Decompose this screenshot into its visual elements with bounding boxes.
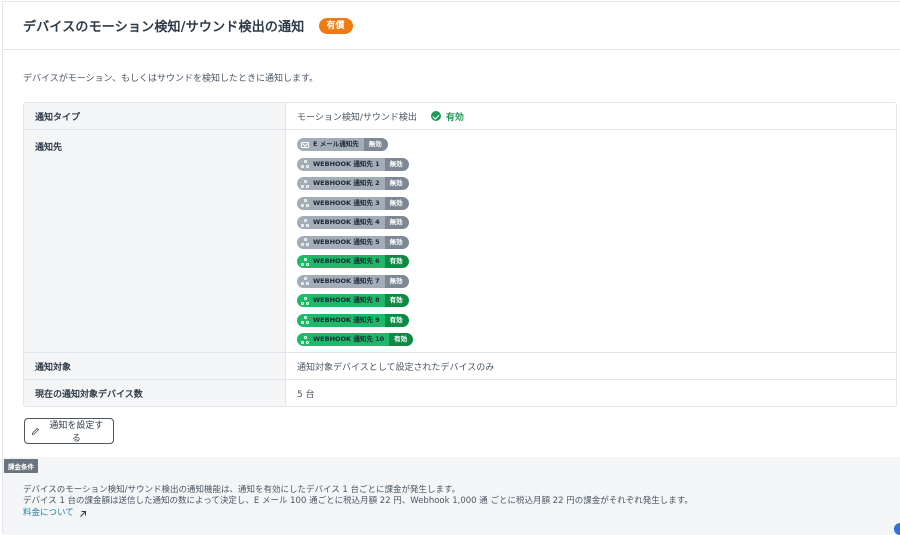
destination-pill: WEBHOOK 通知先 8 有効 (297, 294, 409, 307)
table-row-target: 通知対象 通知対象デバイスとして設定されたデバイスのみ (24, 353, 896, 380)
webhook-icon (301, 335, 309, 344)
status-enabled: 有効 (430, 110, 464, 123)
destination-label: WEBHOOK 通知先 1 (313, 159, 380, 168)
destination-label: WEBHOOK 通知先 5 (313, 237, 380, 246)
destination-label: E メール通知先 (313, 140, 359, 148)
row-label: 現在の通知対象デバイス数 (24, 380, 286, 406)
destination-pill: E メール通知先 無効 (297, 138, 388, 151)
destination-name: WEBHOOK 通知先 10 (297, 333, 390, 346)
destination-label: WEBHOOK 通知先 3 (313, 198, 380, 207)
destination-list: E メール通知先 無効 WEBHOOK 通知先 1 無効 WEBHOOK 通知先 2 無効… (297, 130, 885, 346)
row-value: モーション検知/サウンド検出 有効 (286, 103, 896, 129)
destination-name: WEBHOOK 通知先 9 (297, 313, 385, 327)
billing-text: デバイスのモーション検知/サウンド検出の通知機能は、通知を有効にしたデバイス 1… (23, 485, 693, 519)
webhook-icon (301, 238, 309, 246)
destination-pill: WEBHOOK 通知先 7 無効 (297, 274, 409, 288)
destination-name: WEBHOOK 通知先 6 (297, 255, 385, 268)
notification-type-value: モーション検知/サウンド検出 (297, 112, 417, 123)
webhook-icon (301, 218, 309, 227)
table-row-notification-type: 通知タイプ モーション検知/サウンド検出 有効 (24, 103, 896, 130)
card-header: デバイスのモーション検知/サウンド検出の通知 有償 (3, 2, 900, 50)
billing-line-1: デバイスのモーション検知/サウンド検出の通知機能は、通知を有効にしたデバイス 1… (23, 485, 461, 495)
destination-name: WEBHOOK 通知先 1 (297, 157, 385, 171)
destination-pill: WEBHOOK 通知先 6 有効 (297, 255, 409, 268)
table-row-device-count: 現在の通知対象デバイス数 5 台 (24, 380, 896, 406)
edit-notification-button[interactable]: 通知を設定する (24, 418, 114, 444)
destination-state: 有効 (384, 255, 409, 268)
pricing-link[interactable]: 料金について (23, 508, 87, 519)
destination-name: WEBHOOK 通知先 5 (297, 235, 385, 249)
destination-label: WEBHOOK 通知先 7 (313, 276, 380, 285)
table-row-destinations: 通知先 E メール通知先 無効 WEBHOOK 通知先 1 無効 WEBHOOK 通知先… (24, 130, 896, 353)
settings-table: 通知タイプ モーション検知/サウンド検出 有効 通知先 E メール通知先 無効 WE… (23, 102, 897, 407)
destination-label: WEBHOOK 通知先 8 (313, 296, 380, 304)
destination-state: 無効 (384, 216, 409, 229)
destination-state: 無効 (384, 177, 409, 190)
destination-label: WEBHOOK 通知先 6 (313, 257, 380, 265)
destination-state: 無効 (384, 235, 409, 249)
row-value: 5 台 (297, 389, 315, 400)
paid-badge: 有償 (318, 17, 353, 34)
status-text: 有効 (445, 112, 464, 123)
destination-pill: WEBHOOK 通知先 4 無効 (297, 216, 409, 229)
destination-state: 無効 (384, 196, 409, 210)
webhook-icon (301, 257, 309, 266)
pencil-icon (31, 427, 40, 435)
billing-line-2: デバイス 1 台の課金額は送信した通知の数によって決定し、E メール 100 通… (23, 496, 693, 506)
destination-name: WEBHOOK 通知先 8 (297, 294, 385, 307)
feature-description: デバイスがモーション、もしくはサウンドを検知したときに通知します。 (23, 74, 319, 84)
edit-button-label: 通知を設定する (49, 420, 104, 443)
row-label: 通知先 (24, 130, 286, 352)
destination-label: WEBHOOK 通知先 9 (313, 315, 380, 324)
destination-pill: WEBHOOK 通知先 9 有効 (297, 313, 409, 327)
billing-conditions: 課金条件 デバイスのモーション検知/サウンド検出の通知機能は、通知を有効にしたデ… (3, 457, 900, 535)
destination-state: 有効 (389, 333, 414, 346)
row-label: 通知タイプ (24, 103, 286, 129)
pricing-link-label: 料金について (23, 508, 74, 518)
webhook-icon (301, 316, 309, 324)
webhook-icon (301, 199, 309, 207)
destination-label: WEBHOOK 通知先 10 (313, 335, 385, 343)
destination-state: 無効 (384, 157, 409, 171)
destination-pill: WEBHOOK 通知先 3 無効 (297, 196, 409, 210)
destination-pill: WEBHOOK 通知先 5 無効 (297, 235, 409, 249)
destination-label: WEBHOOK 通知先 4 (313, 218, 380, 226)
destination-label: WEBHOOK 通知先 2 (313, 179, 380, 187)
row-value: 通知対象デバイスとして設定されたデバイスのみ (297, 362, 495, 373)
check-circle-icon (430, 111, 441, 121)
destination-state: 無効 (363, 138, 388, 151)
mail-icon (301, 141, 309, 148)
external-arrow-icon (79, 510, 86, 517)
destination-pill: WEBHOOK 通知先 1 無効 (297, 157, 409, 171)
destination-name: WEBHOOK 通知先 7 (297, 274, 385, 288)
notification-settings-card: デバイスのモーション検知/サウンド検出の通知 有償 デバイスがモーション、もしく… (2, 1, 900, 535)
page-title: デバイスのモーション検知/サウンド検出の通知 (23, 20, 305, 35)
webhook-icon (301, 160, 309, 168)
destination-pill: WEBHOOK 通知先 2 無効 (297, 177, 409, 190)
destination-name: WEBHOOK 通知先 2 (297, 177, 385, 190)
destination-pill: WEBHOOK 通知先 10 有効 (297, 333, 414, 346)
destination-state: 有効 (384, 294, 409, 307)
webhook-icon (301, 296, 309, 305)
destination-state: 有効 (384, 313, 409, 327)
destination-name: WEBHOOK 通知先 4 (297, 216, 385, 229)
destination-name: E メール通知先 (297, 138, 364, 151)
help-chat-button[interactable] (894, 523, 900, 535)
webhook-icon (301, 179, 309, 188)
row-value: E メール通知先 無効 WEBHOOK 通知先 1 無効 WEBHOOK 通知先 2 無効… (286, 130, 896, 352)
destination-state: 無効 (384, 274, 409, 288)
webhook-icon (301, 277, 309, 285)
billing-tag: 課金条件 (4, 459, 38, 473)
row-label: 通知対象 (24, 353, 286, 379)
destination-name: WEBHOOK 通知先 3 (297, 196, 385, 210)
